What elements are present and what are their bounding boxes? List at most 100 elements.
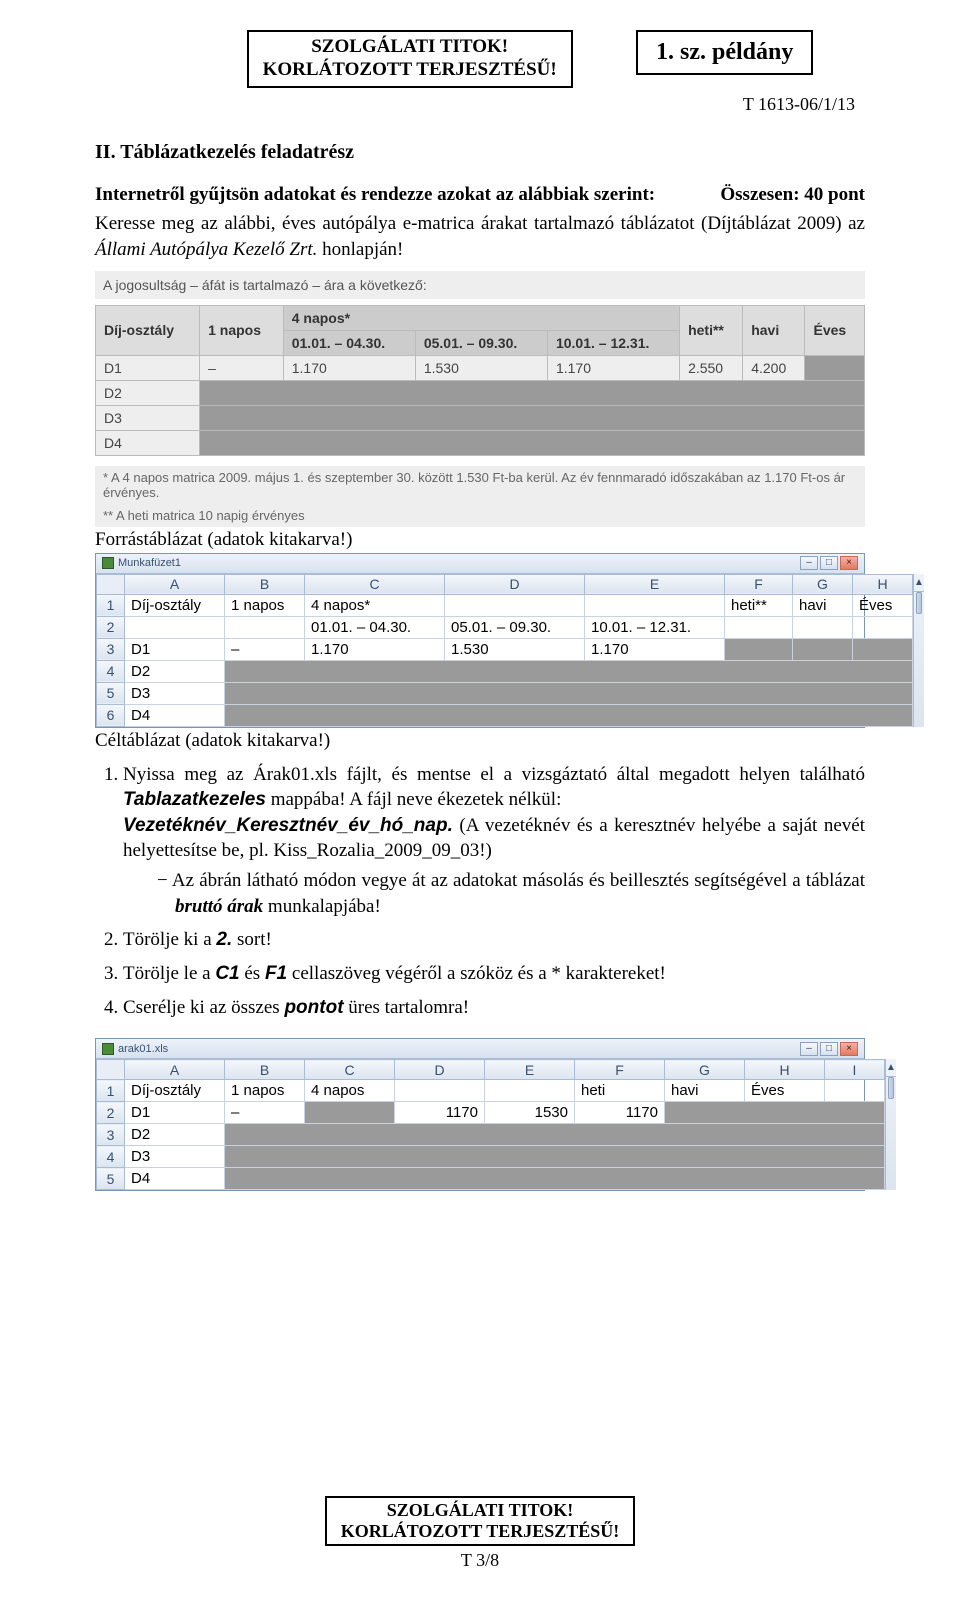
cell[interactable]: D1	[125, 638, 225, 660]
scroll-up-icon[interactable]: ▲	[886, 1059, 896, 1077]
cell[interactable]: D4	[125, 1168, 225, 1190]
row-header[interactable]: 5	[97, 682, 125, 704]
cell[interactable]	[585, 594, 725, 616]
cell[interactable]	[445, 594, 585, 616]
minimize-button[interactable]: –	[800, 556, 818, 570]
excel2-grid[interactable]: A B C D E F G H I 1 Díj-osztály1 napos4 …	[96, 1059, 885, 1190]
col-header[interactable]: E	[485, 1060, 575, 1080]
cell-masked[interactable]	[225, 1124, 885, 1146]
cell[interactable]	[125, 616, 225, 638]
excel1-grid[interactable]: A B C D E F G H 1 Díj-osztály1 napos4 na…	[96, 574, 913, 727]
row-header[interactable]: 5	[97, 1168, 125, 1190]
select-all-corner[interactable]	[97, 1060, 125, 1080]
col-header[interactable]: A	[125, 1060, 225, 1080]
cell[interactable]: D3	[125, 682, 225, 704]
cell[interactable]: D2	[125, 1124, 225, 1146]
row-header[interactable]: 6	[97, 704, 125, 726]
vertical-scrollbar[interactable]: ▲	[885, 1059, 896, 1190]
cell[interactable]: –	[225, 638, 305, 660]
cell[interactable]: 1170	[395, 1102, 485, 1124]
row-header[interactable]: 1	[97, 1080, 125, 1102]
cell[interactable]: Éves	[853, 594, 913, 616]
cell[interactable]: 1530	[485, 1102, 575, 1124]
col-header[interactable]: B	[225, 574, 305, 594]
cell[interactable]	[225, 616, 305, 638]
scroll-up-icon[interactable]: ▲	[914, 574, 924, 592]
scroll-thumb[interactable]	[916, 592, 922, 614]
cell[interactable]	[793, 616, 853, 638]
cell[interactable]: 01.01. – 04.30.	[305, 616, 445, 638]
vertical-scrollbar[interactable]: ▲	[913, 574, 924, 727]
maximize-button[interactable]: □	[820, 556, 838, 570]
col-header[interactable]: H	[853, 574, 913, 594]
cell[interactable]: Éves	[745, 1080, 825, 1102]
col-header[interactable]: E	[585, 574, 725, 594]
cell[interactable]: 10.01. – 12.31.	[585, 616, 725, 638]
cell: 4.200	[743, 355, 805, 380]
cell-masked[interactable]	[305, 1102, 395, 1124]
cell-masked[interactable]	[225, 1168, 885, 1190]
cell[interactable]	[485, 1080, 575, 1102]
cell[interactable]: D3	[125, 1146, 225, 1168]
cell[interactable]	[853, 616, 913, 638]
col-header[interactable]: I	[825, 1060, 885, 1080]
cell[interactable]: 1.170	[585, 638, 725, 660]
cell[interactable]: 1170	[575, 1102, 665, 1124]
cell[interactable]: Díj-osztály	[125, 1080, 225, 1102]
cell[interactable]: –	[225, 1102, 305, 1124]
cell[interactable]: D4	[125, 704, 225, 726]
cell-masked[interactable]	[665, 1102, 885, 1124]
text: és	[240, 963, 265, 984]
cell[interactable]: 05.01. – 09.30.	[445, 616, 585, 638]
row-header[interactable]: 2	[97, 616, 125, 638]
minimize-button[interactable]: –	[800, 1042, 818, 1056]
page-number: T 3/8	[0, 1550, 960, 1571]
col-header[interactable]: B	[225, 1060, 305, 1080]
select-all-corner[interactable]	[97, 574, 125, 594]
cell[interactable]	[825, 1080, 885, 1102]
col-header[interactable]: F	[575, 1060, 665, 1080]
cell[interactable]	[395, 1080, 485, 1102]
col-header[interactable]: D	[445, 574, 585, 594]
row-header[interactable]: 3	[97, 1124, 125, 1146]
col-header[interactable]: H	[745, 1060, 825, 1080]
cell-masked[interactable]	[793, 638, 853, 660]
col-header[interactable]: A	[125, 574, 225, 594]
cell-masked[interactable]	[853, 638, 913, 660]
close-button[interactable]: ×	[840, 1042, 858, 1056]
cell[interactable]: heti	[575, 1080, 665, 1102]
row-header[interactable]: 4	[97, 1146, 125, 1168]
cell[interactable]: D1	[125, 1102, 225, 1124]
cell[interactable]: D2	[125, 660, 225, 682]
col-header[interactable]: D	[395, 1060, 485, 1080]
col-header[interactable]: C	[305, 574, 445, 594]
cell[interactable]: 1 napos	[225, 594, 305, 616]
cell[interactable]: havi	[793, 594, 853, 616]
close-button[interactable]: ×	[840, 556, 858, 570]
scroll-thumb[interactable]	[888, 1077, 894, 1099]
cell[interactable]: 4 napos*	[305, 594, 445, 616]
row-header[interactable]: 2	[97, 1102, 125, 1124]
col-header[interactable]: F	[725, 574, 793, 594]
cell[interactable]	[725, 616, 793, 638]
row-header[interactable]: 4	[97, 660, 125, 682]
cell[interactable]: Díj-osztály	[125, 594, 225, 616]
cell-masked[interactable]	[225, 1146, 885, 1168]
cell[interactable]: 1.170	[305, 638, 445, 660]
cell-masked[interactable]	[225, 682, 913, 704]
maximize-button[interactable]: □	[820, 1042, 838, 1056]
cell-masked[interactable]	[225, 704, 913, 726]
col-header[interactable]: G	[793, 574, 853, 594]
cell[interactable]: heti**	[725, 594, 793, 616]
cell[interactable]: 1.530	[445, 638, 585, 660]
cell[interactable]: havi	[665, 1080, 745, 1102]
cell[interactable]: 4 napos	[305, 1080, 395, 1102]
row-header[interactable]: 3	[97, 638, 125, 660]
row-header[interactable]: 1	[97, 594, 125, 616]
cell-masked[interactable]	[225, 660, 913, 682]
col-header[interactable]: G	[665, 1060, 745, 1080]
text-bold: Vezetéknév_Keresztnév_év_hó_nap.	[123, 815, 453, 836]
col-header[interactable]: C	[305, 1060, 395, 1080]
cell[interactable]: 1 napos	[225, 1080, 305, 1102]
cell-masked[interactable]	[725, 638, 793, 660]
